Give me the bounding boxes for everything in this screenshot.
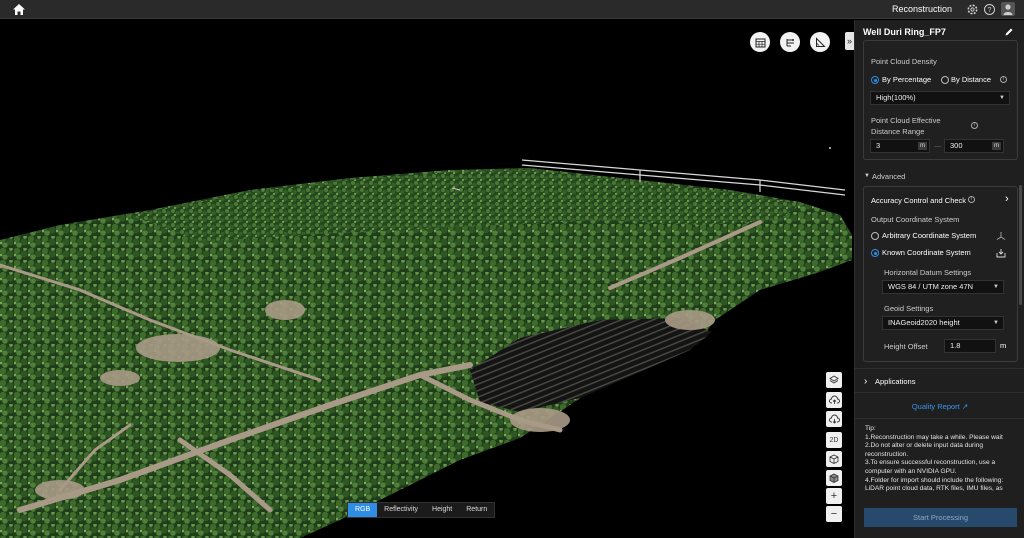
start-processing-button[interactable]: Start Processing [864,508,1017,527]
chevron-down-icon: ▼ [999,95,1005,101]
layers-icon[interactable] [826,372,842,388]
axis-icon[interactable] [996,231,1006,241]
zoom-tool-group: + − [826,488,842,522]
chevron-down-icon: ▼ [993,284,999,290]
divider [855,392,1024,393]
density-label: Point Cloud Density [871,57,937,66]
help-icon[interactable]: ? [983,3,996,16]
range-min-value: 3 [876,141,881,150]
known-cs-radio[interactable] [871,249,879,257]
view-toolbar [750,32,830,52]
range-max-unit: m [992,142,1001,150]
zoom-in-button[interactable]: + [826,488,842,504]
by-distance-radio[interactable] [941,76,949,84]
point-cloud-viewport[interactable]: » 2D + − RGB Reflectivity Height Return [0,20,854,538]
zoom-out-button[interactable]: − [826,506,842,522]
chevron-down-icon: ▼ [993,320,999,326]
edit-icon[interactable] [1004,27,1014,37]
point-cloud-scene [0,147,852,538]
info-icon[interactable]: i [971,122,978,129]
collapse-panel-button[interactable]: » [845,32,854,50]
range-label-line1: Point Cloud Effective [871,116,941,125]
density-select[interactable]: High(100%) ▼ [870,91,1010,105]
horizontal-datum-label: Horizontal Datum Settings [884,268,972,277]
geoid-value: INAGeoid2020 height [888,318,960,327]
chevron-right-icon[interactable]: › [1005,193,1009,205]
range-label-line2: Distance Range [871,127,925,136]
cloud-tool-group [826,392,842,427]
layers-tool-group [826,372,842,388]
svg-text:?: ? [988,7,992,14]
render-mode-tabs: RGB Reflectivity Height Return [347,502,496,518]
home-icon[interactable] [12,3,26,16]
known-cs-label: Known Coordinate System [882,248,971,257]
external-link-icon: ↗ [961,402,969,411]
info-icon[interactable]: i [1000,76,1007,83]
view-mode-tool-group: 2D [826,432,842,486]
tip-line-3: 3.To ensure successful reconstruction, u… [865,459,996,475]
height-offset-unit: m [1000,341,1007,350]
route-icon[interactable] [780,32,800,52]
advanced-label[interactable]: Advanced [872,172,905,181]
range-separator: — [934,141,942,150]
divider [855,368,1024,369]
measure-icon[interactable] [810,32,830,52]
density-select-value: High(100%) [876,93,916,102]
horizontal-datum-select[interactable]: WGS 84 / UTM zone 47N ▼ [882,280,1004,294]
density-card: Point Cloud Density By Percentage By Dis… [863,40,1018,160]
by-distance-label: By Distance [951,75,992,84]
tip-line-1: 1.Reconstruction may take a while. Pleas… [865,433,1003,441]
geoid-select[interactable]: INAGeoid2020 height ▼ [882,316,1004,330]
height-offset-input[interactable]: 1.8 [944,339,996,353]
applications-label[interactable]: Applications [875,377,915,386]
advanced-chevron-icon[interactable]: ▼ [864,173,870,179]
tab-reflectivity[interactable]: Reflectivity [377,503,425,517]
import-icon[interactable] [996,248,1006,258]
calendar-grid-icon[interactable] [750,32,770,52]
horizontal-datum-value: WGS 84 / UTM zone 47N [888,282,974,291]
divider [855,418,1024,419]
range-max-value: 300 [950,141,963,150]
project-title: Well Duri Ring_FP7 [863,27,946,37]
cloud-download-icon[interactable] [826,411,842,427]
settings-icon[interactable] [966,3,979,16]
output-cs-label: Output Coordinate System [871,215,960,224]
height-offset-label: Height Offset [884,342,928,351]
arbitrary-cs-radio[interactable] [871,232,879,240]
settings-panel: Well Duri Ring_FP7 Point Cloud Density B… [854,20,1024,538]
app-title: Reconstruction [891,4,952,14]
2d-view-button[interactable]: 2D [826,432,842,448]
by-percentage-label: By Percentage [882,75,932,84]
top-bar: Reconstruction ? [0,0,1024,19]
advanced-card: Accuracy Control and Check i › Output Co… [863,186,1018,362]
quality-report-link[interactable]: Quality Report ↗ [855,402,1024,411]
user-icon[interactable] [1001,2,1015,16]
cloud-upload-icon[interactable] [826,392,842,408]
tip-line-2: 2.Do not alter or delete input data duri… [865,442,984,458]
tab-return[interactable]: Return [459,503,494,517]
applications-chevron-icon[interactable]: › [864,376,867,387]
3d-box-icon[interactable] [826,451,842,467]
arbitrary-cs-label: Arbitrary Coordinate System [882,231,977,240]
geoid-label: Geoid Settings [884,304,934,313]
accuracy-label[interactable]: Accuracy Control and Check [871,196,966,205]
tip-title: Tip: [865,425,876,432]
tab-height[interactable]: Height [425,503,459,517]
by-percentage-radio[interactable] [871,76,879,84]
tip-line-4: 4.Folder for import should include the f… [865,476,1004,493]
height-offset-value: 1.8 [950,341,961,350]
range-max-input[interactable]: 300 m [944,139,1004,153]
tab-rgb[interactable]: RGB [348,503,378,517]
panel-scrollbar[interactable] [1019,185,1022,305]
range-min-unit: m [918,142,927,150]
cube-icon[interactable] [826,470,842,486]
quality-report-label: Quality Report [911,402,960,411]
info-icon[interactable]: i [968,196,975,203]
tip-box: Tip: 1.Reconstruction may take a while. … [865,425,1017,494]
range-min-input[interactable]: 3 m [870,139,930,153]
